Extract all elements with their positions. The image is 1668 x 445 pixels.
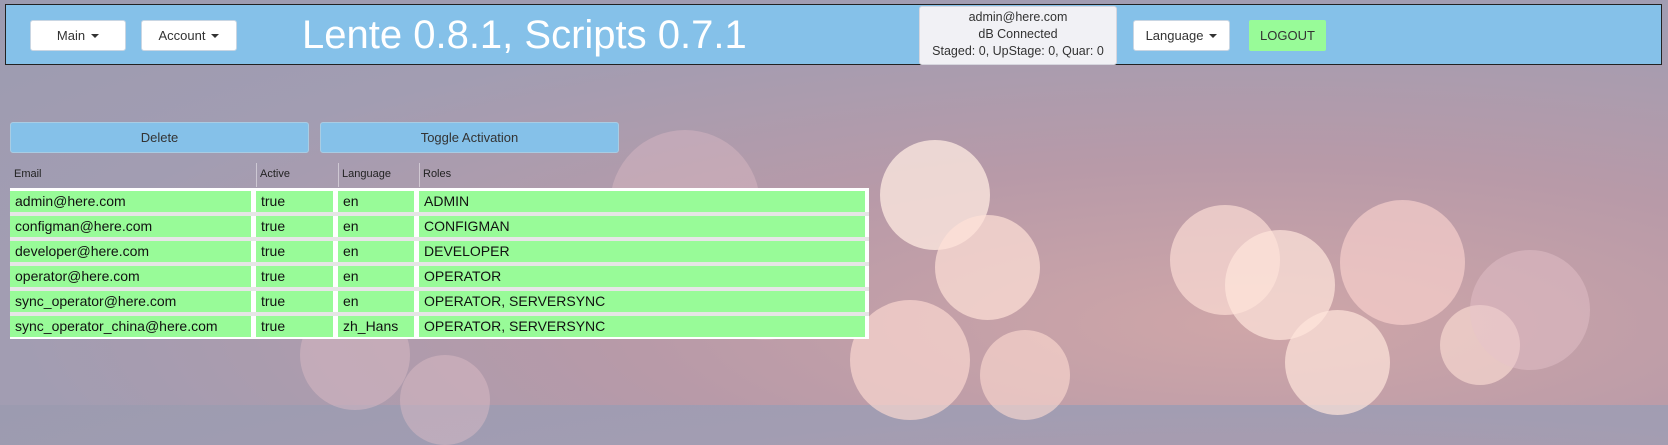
- cell-email: configman@here.com: [10, 216, 251, 237]
- caret-down-icon: [211, 33, 220, 38]
- status-user: admin@here.com: [968, 10, 1068, 24]
- logout-button[interactable]: LOGOUT: [1249, 20, 1326, 51]
- cell-active: true: [256, 216, 333, 237]
- caret-down-icon: [1209, 33, 1218, 38]
- language-label: Language: [1145, 28, 1204, 43]
- cell-roles: ADMIN: [419, 191, 865, 212]
- delete-button[interactable]: Delete: [10, 122, 309, 153]
- bokeh-light: [1340, 200, 1465, 325]
- bokeh-light: [880, 140, 990, 250]
- cell-roles: OPERATOR, SERVERSYNC: [419, 291, 865, 312]
- cell-language: en: [338, 241, 414, 262]
- language-dropdown[interactable]: Language: [1133, 20, 1230, 51]
- account-menu-dropdown[interactable]: Account: [141, 20, 237, 51]
- status-counts: Staged: 0, UpStage: 0, Quar: 0: [932, 44, 1104, 58]
- column-divider: [256, 163, 257, 187]
- cell-email: developer@here.com: [10, 241, 251, 262]
- bokeh-light: [400, 355, 490, 445]
- status-panel: admin@here.com dB Connected Staged: 0, U…: [919, 6, 1117, 65]
- cell-roles: OPERATOR: [419, 266, 865, 287]
- column-header-language[interactable]: Language: [342, 168, 391, 180]
- bokeh-light: [935, 215, 1040, 320]
- cell-roles: CONFIGMAN: [419, 216, 865, 237]
- column-header-active[interactable]: Active: [260, 168, 290, 180]
- cell-language: en: [338, 191, 414, 212]
- bokeh-light: [1170, 205, 1280, 315]
- bokeh-light: [1440, 305, 1520, 385]
- bokeh-light: [1225, 230, 1335, 340]
- app-title: Lente 0.8.1, Scripts 0.7.1: [302, 13, 747, 57]
- cell-email: sync_operator@here.com: [10, 291, 251, 312]
- main-menu-label: Main: [56, 28, 86, 43]
- cell-active: true: [256, 241, 333, 262]
- cell-email: operator@here.com: [10, 266, 251, 287]
- cell-roles: DEVELOPER: [419, 241, 865, 262]
- cell-email: admin@here.com: [10, 191, 251, 212]
- cell-language: zh_Hans: [338, 316, 414, 337]
- cell-language: en: [338, 216, 414, 237]
- account-menu-label: Account: [158, 28, 206, 43]
- bokeh-light: [1470, 250, 1590, 370]
- cell-active: true: [256, 191, 333, 212]
- navbar: Main Account Lente 0.8.1, Scripts 0.7.1 …: [5, 4, 1662, 65]
- cell-roles: OPERATOR, SERVERSYNC: [419, 316, 865, 337]
- cell-language: en: [338, 291, 414, 312]
- status-db: dB Connected: [978, 27, 1058, 41]
- cell-language: en: [338, 266, 414, 287]
- cell-active: true: [256, 316, 333, 337]
- bokeh-light: [1285, 310, 1390, 415]
- cell-active: true: [256, 266, 333, 287]
- column-header-roles[interactable]: Roles: [423, 168, 451, 180]
- main-menu-dropdown[interactable]: Main: [30, 20, 126, 51]
- column-header-email[interactable]: Email: [14, 168, 42, 180]
- cell-email: sync_operator_china@here.com: [10, 316, 251, 337]
- column-divider: [338, 163, 339, 187]
- toggle-activation-button[interactable]: Toggle Activation: [320, 122, 619, 153]
- cell-active: true: [256, 291, 333, 312]
- caret-down-icon: [91, 33, 100, 38]
- bokeh-light: [980, 330, 1070, 420]
- column-divider: [419, 163, 420, 187]
